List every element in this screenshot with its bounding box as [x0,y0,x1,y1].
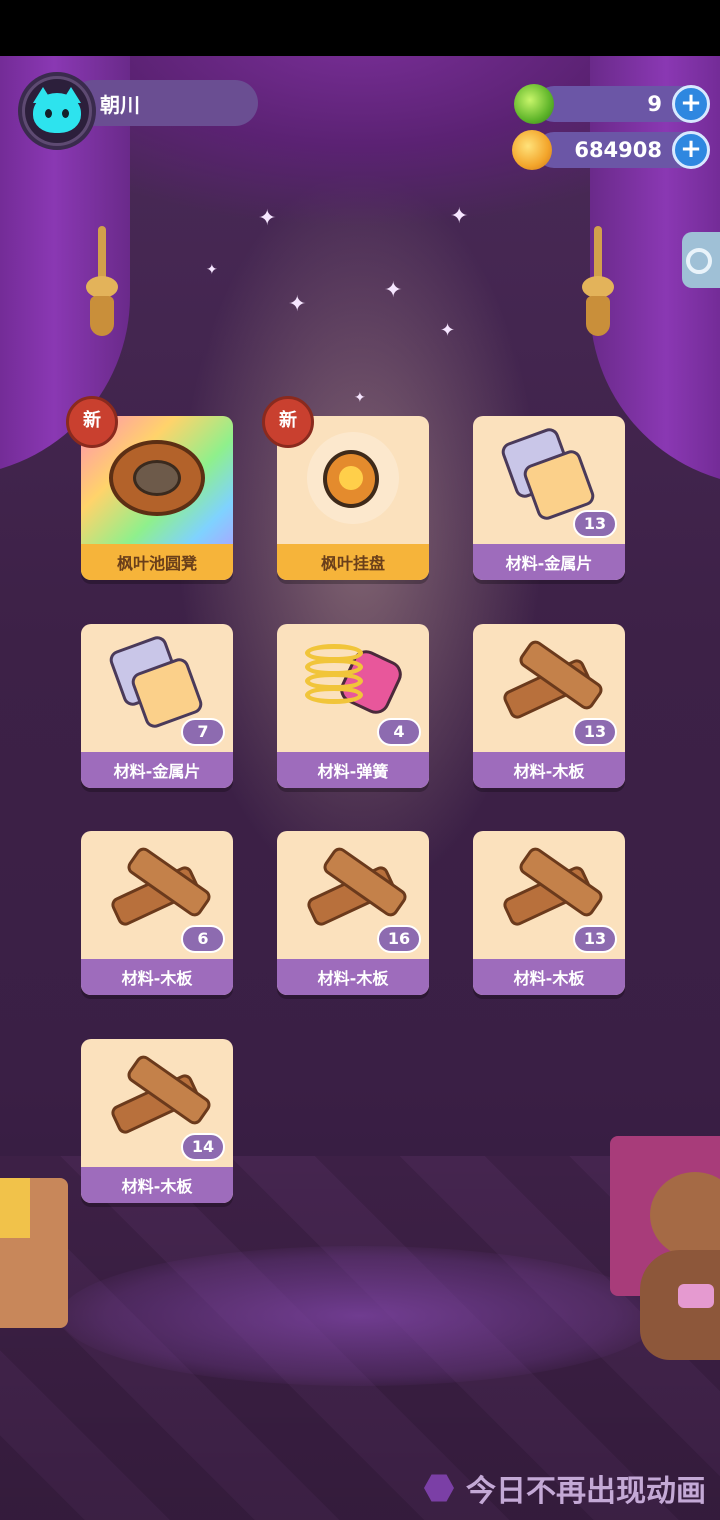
item-count-badge: 16 [377,925,421,953]
item-count-badge: 7 [181,718,225,746]
item-label: 枫叶挂盘 [277,544,429,580]
item-label: 材料-弹簧 [277,752,429,788]
sparkle-icon: ✦ [354,390,366,406]
sparkle-icon: ✦ [440,320,456,341]
new-badge: 新 [66,396,118,448]
avatar[interactable] [25,79,89,143]
ring-icon [686,248,712,274]
sparkle-icon: ✦ [258,206,277,231]
add-coins-button[interactable]: + [672,131,710,169]
item-count-badge: 6 [181,925,225,953]
item-card[interactable]: 4 材料-弹簧 [277,624,429,788]
item-card[interactable]: 13 材料-木板 [473,624,625,788]
spotlight-circle [60,1246,660,1386]
add-gems-button[interactable]: + [672,85,710,123]
item-count-badge: 13 [573,510,617,538]
item-label: 材料-木板 [473,752,625,788]
gem-count: 9 [647,92,662,116]
tassel-icon [578,226,618,336]
item-label: 枫叶池圆凳 [81,544,233,580]
item-card[interactable]: 14 材料-木板 [81,1039,233,1203]
sparkle-icon: ✦ [450,204,469,229]
item-label: 材料-木板 [277,959,429,995]
cardboard-box-decoration [0,1178,68,1328]
item-label: 材料-金属片 [473,544,625,580]
item-card[interactable]: 13 材料-金属片 [473,416,625,580]
item-card[interactable]: 16 材料-木板 [277,831,429,995]
item-label: 材料-金属片 [81,752,233,788]
coin-count: 684908 [574,138,662,162]
item-label: 材料-木板 [473,959,625,995]
sparkle-icon: ✦ [206,262,218,278]
planet-coin-icon [512,130,552,170]
skip-animation-label: 今日不再出现动画 [466,1474,706,1509]
hexagon-checkbox-icon[interactable] [424,1474,454,1502]
player-name: 朝川 [100,92,140,117]
bear-bow-icon [678,1284,714,1308]
player-name-pill[interactable]: 朝川 [70,80,258,126]
item-card[interactable]: 6 材料-木板 [81,831,233,995]
item-count-badge: 14 [181,1133,225,1161]
sparkle-icon: ✦ [384,278,403,303]
item-card[interactable]: 13 材料-木板 [473,831,625,995]
stage-background: ✦ ✦ ✦ ✦ ✦ ✦ ✦ [0,56,720,1520]
item-count-badge: 13 [573,925,617,953]
item-card[interactable]: 7 材料-金属片 [81,624,233,788]
item-count-badge: 13 [573,718,617,746]
item-label: 材料-木板 [81,959,233,995]
item-count-badge: 4 [377,718,421,746]
tassel-icon [82,226,122,336]
side-menu-tab[interactable] [682,232,720,288]
cat-avatar-icon [33,93,81,133]
green-gem-icon [514,84,554,124]
new-badge: 新 [262,396,314,448]
item-label: 材料-木板 [81,1167,233,1203]
skip-animation-today-option[interactable]: 今日不再出现动画 [424,1468,706,1509]
sparkle-icon: ✦ [288,292,307,317]
